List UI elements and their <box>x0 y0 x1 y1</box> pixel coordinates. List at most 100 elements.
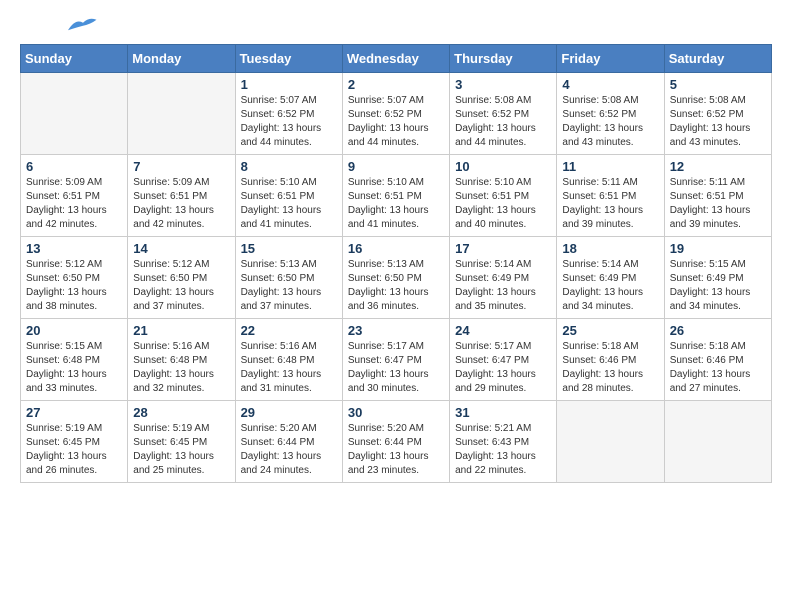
day-number: 3 <box>455 77 551 92</box>
calendar-cell: 28 Sunrise: 5:19 AM Sunset: 6:45 PM Dayl… <box>128 401 235 483</box>
sunset-label: Sunset: 6:51 PM <box>348 191 422 202</box>
day-header-sunday: Sunday <box>21 45 128 73</box>
sunrise-label: Sunrise: 5:09 AM <box>26 177 102 188</box>
sunrise-label: Sunrise: 5:16 AM <box>133 341 209 352</box>
week-row-1: 1 Sunrise: 5:07 AM Sunset: 6:52 PM Dayli… <box>21 73 772 155</box>
day-number: 22 <box>241 323 337 338</box>
daylight-label: Daylight: 13 hours and 25 minutes. <box>133 451 214 476</box>
daylight-label: Daylight: 13 hours and 27 minutes. <box>670 369 751 394</box>
day-number: 7 <box>133 159 229 174</box>
calendar-cell: 30 Sunrise: 5:20 AM Sunset: 6:44 PM Dayl… <box>342 401 449 483</box>
calendar-cell: 25 Sunrise: 5:18 AM Sunset: 6:46 PM Dayl… <box>557 319 664 401</box>
sunrise-label: Sunrise: 5:20 AM <box>348 423 424 434</box>
sunset-label: Sunset: 6:51 PM <box>562 191 636 202</box>
day-info: Sunrise: 5:21 AM Sunset: 6:43 PM Dayligh… <box>455 422 551 478</box>
calendar-cell: 4 Sunrise: 5:08 AM Sunset: 6:52 PM Dayli… <box>557 73 664 155</box>
day-info: Sunrise: 5:11 AM Sunset: 6:51 PM Dayligh… <box>670 176 766 232</box>
daylight-label: Daylight: 13 hours and 23 minutes. <box>348 451 429 476</box>
day-info: Sunrise: 5:13 AM Sunset: 6:50 PM Dayligh… <box>348 258 444 314</box>
sunrise-label: Sunrise: 5:17 AM <box>348 341 424 352</box>
day-info: Sunrise: 5:20 AM Sunset: 6:44 PM Dayligh… <box>348 422 444 478</box>
daylight-label: Daylight: 13 hours and 37 minutes. <box>241 287 322 312</box>
daylight-label: Daylight: 13 hours and 41 minutes. <box>348 205 429 230</box>
daylight-label: Daylight: 13 hours and 41 minutes. <box>241 205 322 230</box>
day-info: Sunrise: 5:07 AM Sunset: 6:52 PM Dayligh… <box>348 94 444 150</box>
day-info: Sunrise: 5:09 AM Sunset: 6:51 PM Dayligh… <box>26 176 122 232</box>
sunrise-label: Sunrise: 5:18 AM <box>562 341 638 352</box>
sunset-label: Sunset: 6:49 PM <box>455 273 529 284</box>
calendar-cell: 17 Sunrise: 5:14 AM Sunset: 6:49 PM Dayl… <box>450 237 557 319</box>
daylight-label: Daylight: 13 hours and 37 minutes. <box>133 287 214 312</box>
day-number: 13 <box>26 241 122 256</box>
day-info: Sunrise: 5:16 AM Sunset: 6:48 PM Dayligh… <box>241 340 337 396</box>
logo <box>20 20 98 34</box>
sunrise-label: Sunrise: 5:07 AM <box>348 95 424 106</box>
calendar-cell: 12 Sunrise: 5:11 AM Sunset: 6:51 PM Dayl… <box>664 155 771 237</box>
sunrise-label: Sunrise: 5:21 AM <box>455 423 531 434</box>
calendar-cell: 13 Sunrise: 5:12 AM Sunset: 6:50 PM Dayl… <box>21 237 128 319</box>
sunrise-label: Sunrise: 5:18 AM <box>670 341 746 352</box>
sunset-label: Sunset: 6:47 PM <box>455 355 529 366</box>
daylight-label: Daylight: 13 hours and 39 minutes. <box>670 205 751 230</box>
sunset-label: Sunset: 6:50 PM <box>241 273 315 284</box>
day-info: Sunrise: 5:09 AM Sunset: 6:51 PM Dayligh… <box>133 176 229 232</box>
daylight-label: Daylight: 13 hours and 32 minutes. <box>133 369 214 394</box>
day-number: 5 <box>670 77 766 92</box>
sunset-label: Sunset: 6:43 PM <box>455 437 529 448</box>
sunrise-label: Sunrise: 5:20 AM <box>241 423 317 434</box>
sunset-label: Sunset: 6:50 PM <box>133 273 207 284</box>
daylight-label: Daylight: 13 hours and 28 minutes. <box>562 369 643 394</box>
day-number: 29 <box>241 405 337 420</box>
sunset-label: Sunset: 6:52 PM <box>348 109 422 120</box>
day-number: 19 <box>670 241 766 256</box>
sunset-label: Sunset: 6:48 PM <box>26 355 100 366</box>
calendar-cell <box>21 73 128 155</box>
day-number: 16 <box>348 241 444 256</box>
daylight-label: Daylight: 13 hours and 33 minutes. <box>26 369 107 394</box>
sunset-label: Sunset: 6:45 PM <box>133 437 207 448</box>
sunset-label: Sunset: 6:51 PM <box>26 191 100 202</box>
sunset-label: Sunset: 6:51 PM <box>241 191 315 202</box>
day-number: 15 <box>241 241 337 256</box>
sunset-label: Sunset: 6:51 PM <box>670 191 744 202</box>
calendar-cell: 22 Sunrise: 5:16 AM Sunset: 6:48 PM Dayl… <box>235 319 342 401</box>
day-info: Sunrise: 5:15 AM Sunset: 6:48 PM Dayligh… <box>26 340 122 396</box>
daylight-label: Daylight: 13 hours and 30 minutes. <box>348 369 429 394</box>
calendar-cell: 16 Sunrise: 5:13 AM Sunset: 6:50 PM Dayl… <box>342 237 449 319</box>
day-info: Sunrise: 5:08 AM Sunset: 6:52 PM Dayligh… <box>562 94 658 150</box>
day-info: Sunrise: 5:14 AM Sunset: 6:49 PM Dayligh… <box>455 258 551 314</box>
sunset-label: Sunset: 6:48 PM <box>241 355 315 366</box>
day-number: 18 <box>562 241 658 256</box>
daylight-label: Daylight: 13 hours and 44 minutes. <box>455 123 536 148</box>
calendar-cell: 24 Sunrise: 5:17 AM Sunset: 6:47 PM Dayl… <box>450 319 557 401</box>
sunset-label: Sunset: 6:50 PM <box>348 273 422 284</box>
sunset-label: Sunset: 6:44 PM <box>348 437 422 448</box>
day-number: 6 <box>26 159 122 174</box>
logo-bird-icon <box>68 16 98 34</box>
day-number: 17 <box>455 241 551 256</box>
calendar-cell <box>128 73 235 155</box>
day-number: 28 <box>133 405 229 420</box>
day-number: 14 <box>133 241 229 256</box>
sunset-label: Sunset: 6:46 PM <box>562 355 636 366</box>
sunset-label: Sunset: 6:46 PM <box>670 355 744 366</box>
day-info: Sunrise: 5:12 AM Sunset: 6:50 PM Dayligh… <box>26 258 122 314</box>
day-info: Sunrise: 5:15 AM Sunset: 6:49 PM Dayligh… <box>670 258 766 314</box>
calendar-cell: 10 Sunrise: 5:10 AM Sunset: 6:51 PM Dayl… <box>450 155 557 237</box>
sunset-label: Sunset: 6:44 PM <box>241 437 315 448</box>
sunset-label: Sunset: 6:50 PM <box>26 273 100 284</box>
day-number: 2 <box>348 77 444 92</box>
day-info: Sunrise: 5:18 AM Sunset: 6:46 PM Dayligh… <box>562 340 658 396</box>
sunset-label: Sunset: 6:52 PM <box>562 109 636 120</box>
sunset-label: Sunset: 6:49 PM <box>670 273 744 284</box>
day-info: Sunrise: 5:08 AM Sunset: 6:52 PM Dayligh… <box>670 94 766 150</box>
sunrise-label: Sunrise: 5:08 AM <box>670 95 746 106</box>
day-info: Sunrise: 5:17 AM Sunset: 6:47 PM Dayligh… <box>348 340 444 396</box>
daylight-label: Daylight: 13 hours and 34 minutes. <box>562 287 643 312</box>
calendar-cell <box>664 401 771 483</box>
sunrise-label: Sunrise: 5:12 AM <box>26 259 102 270</box>
week-row-4: 20 Sunrise: 5:15 AM Sunset: 6:48 PM Dayl… <box>21 319 772 401</box>
daylight-label: Daylight: 13 hours and 44 minutes. <box>348 123 429 148</box>
day-info: Sunrise: 5:19 AM Sunset: 6:45 PM Dayligh… <box>26 422 122 478</box>
day-number: 27 <box>26 405 122 420</box>
